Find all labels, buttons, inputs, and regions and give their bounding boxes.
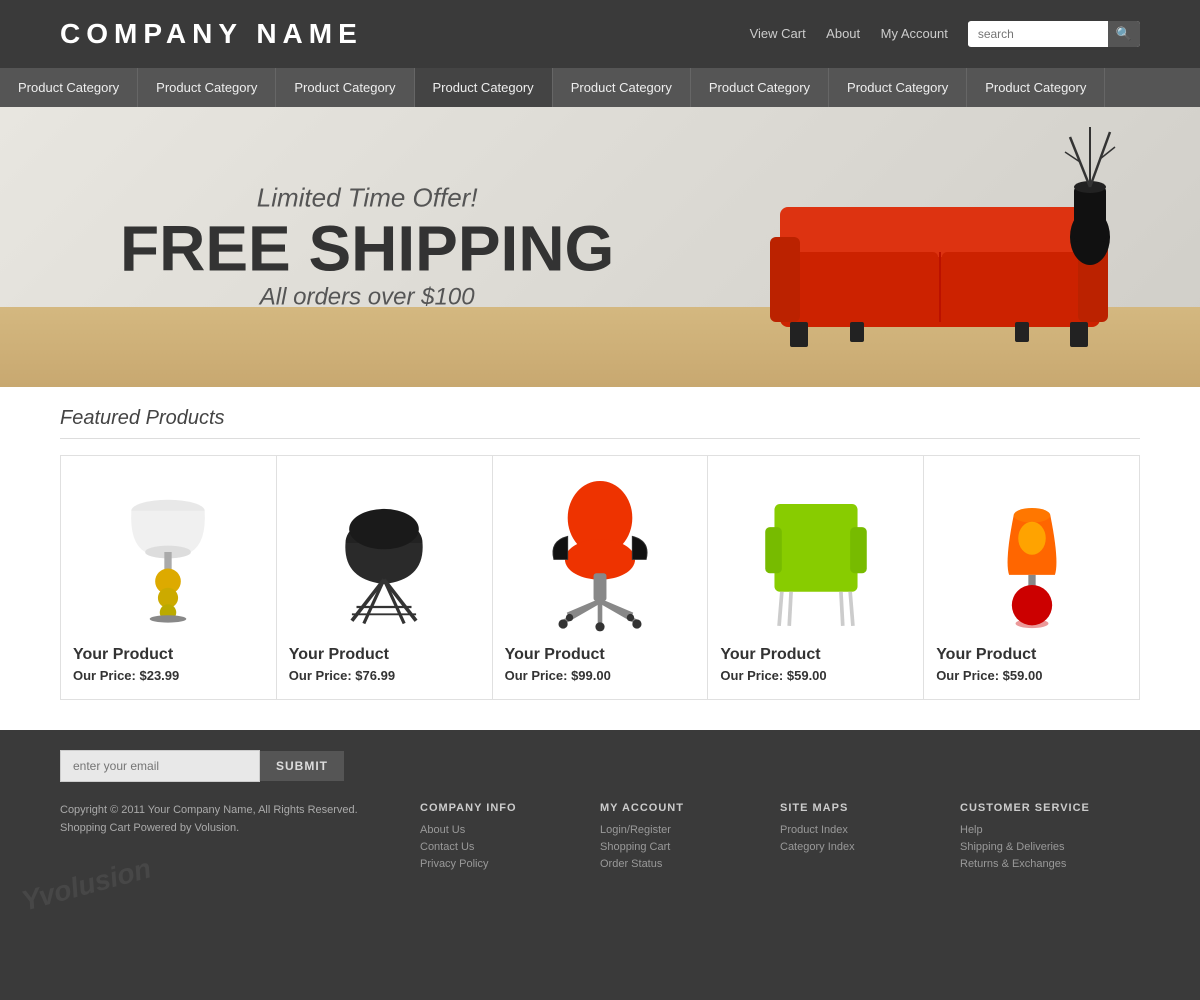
nav-item-7[interactable]: Product Category [967,68,1105,107]
my-account-link[interactable]: My Account [881,26,948,41]
company-info-heading: COMPANY INFO [420,802,600,814]
submit-button[interactable]: SUBMIT [260,751,344,781]
nav-item-6[interactable]: Product Category [829,68,967,107]
returns-link[interactable]: Returns & Exchanges [960,858,1140,870]
banner-vase-illustration [1060,127,1120,267]
price-label-1: Our Price: [289,668,352,683]
login-register-link[interactable]: Login/Register [600,824,780,836]
product-price-0: Our Price: $23.99 [73,668,179,683]
footer-site-maps: SITE MAPS Product Index Category Index [780,802,960,875]
product-image-4 [936,472,1127,632]
about-us-link[interactable]: About Us [420,824,600,836]
nav-item-5[interactable]: Product Category [691,68,829,107]
footer-cols: Copyright © 2011 Your Company Name, All … [60,802,1140,875]
product-name-2: Your Product [505,646,605,664]
privacy-policy-link[interactable]: Privacy Policy [420,858,600,870]
help-link[interactable]: Help [960,824,1140,836]
nav-bar: Product Category Product Category Produc… [0,68,1200,107]
price-value-4: $59.00 [1003,668,1043,683]
product-image-0 [73,472,264,632]
customer-service-heading: CUSTOMER SERVICE [960,802,1140,814]
header-right: View Cart About My Account 🔍 [734,21,1140,47]
footer-email-row: SUBMIT [60,750,1140,782]
nav-item-3[interactable]: Product Category [415,68,553,107]
header: COMPANY NAME View Cart About My Account … [0,0,1200,68]
product-name-0: Your Product [73,646,173,664]
shopping-cart-link[interactable]: Shopping Cart [600,841,780,853]
footer-company-info: COMPANY INFO About Us Contact Us Privacy… [420,802,600,875]
footer: SUBMIT Copyright © 2011 Your Company Nam… [0,730,1200,921]
price-value-1: $76.99 [355,668,395,683]
contact-us-link[interactable]: Contact Us [420,841,600,853]
product-price-4: Our Price: $59.00 [936,668,1042,683]
price-value-0: $23.99 [139,668,179,683]
nav-item-0[interactable]: Product Category [0,68,138,107]
product-card-4[interactable]: Your Product Our Price: $59.00 [924,455,1140,700]
product-card-1[interactable]: Your Product Our Price: $76.99 [277,455,493,700]
price-label-0: Our Price: [73,668,136,683]
featured-section: Featured Products [0,387,1200,730]
category-index-link[interactable]: Category Index [780,841,960,853]
product-price-1: Our Price: $76.99 [289,668,395,683]
search-button[interactable]: 🔍 [1108,21,1140,47]
copyright-text: Copyright © 2011 Your Company Name, All … [60,802,420,820]
site-maps-heading: SITE MAPS [780,802,960,814]
product-price-3: Our Price: $59.00 [720,668,826,683]
shipping-link[interactable]: Shipping & Deliveries [960,841,1140,853]
search-input[interactable] [968,22,1108,46]
product-index-link[interactable]: Product Index [780,824,960,836]
product-name-4: Your Product [936,646,1036,664]
price-value-2: $99.00 [571,668,611,683]
search-box: 🔍 [968,21,1140,47]
product-name-1: Your Product [289,646,389,664]
price-label-2: Our Price: [505,668,568,683]
banner-line1: Limited Time Offer! [120,182,614,213]
featured-title: Featured Products [60,407,1140,439]
product-price-2: Our Price: $99.00 [505,668,611,683]
header-nav: View Cart About My Account [734,25,948,43]
email-input[interactable] [60,750,260,782]
order-status-link[interactable]: Order Status [600,858,780,870]
products-grid: Your Product Our Price: $23.99 [60,455,1140,700]
product-card-3[interactable]: Your Product Our Price: $59.00 [708,455,924,700]
banner-text: Limited Time Offer! FREE SHIPPING All or… [120,182,614,311]
product-image-1 [289,472,480,632]
price-value-3: $59.00 [787,668,827,683]
price-label-3: Our Price: [720,668,783,683]
product-image-3 [720,472,911,632]
powered-by-text: Shopping Cart Powered by Volusion. [60,820,420,838]
nav-item-1[interactable]: Product Category [138,68,276,107]
banner-line3: All orders over $100 [120,284,614,312]
product-image-2 [505,472,696,632]
product-card-0[interactable]: Your Product Our Price: $23.99 [60,455,277,700]
about-link[interactable]: About [826,26,860,41]
product-name-3: Your Product [720,646,820,664]
company-name: COMPANY NAME [60,18,363,50]
nav-item-4[interactable]: Product Category [553,68,691,107]
banner-line2: FREE SHIPPING [120,213,614,283]
footer-my-account: MY ACCOUNT Login/Register Shopping Cart … [600,802,780,875]
banner: Limited Time Offer! FREE SHIPPING All or… [0,107,1200,387]
price-label-4: Our Price: [936,668,999,683]
nav-item-2[interactable]: Product Category [276,68,414,107]
view-cart-link[interactable]: View Cart [750,26,806,41]
my-account-heading: MY ACCOUNT [600,802,780,814]
footer-customer-service: CUSTOMER SERVICE Help Shipping & Deliver… [960,802,1140,875]
product-card-2[interactable]: Your Product Our Price: $99.00 [493,455,709,700]
